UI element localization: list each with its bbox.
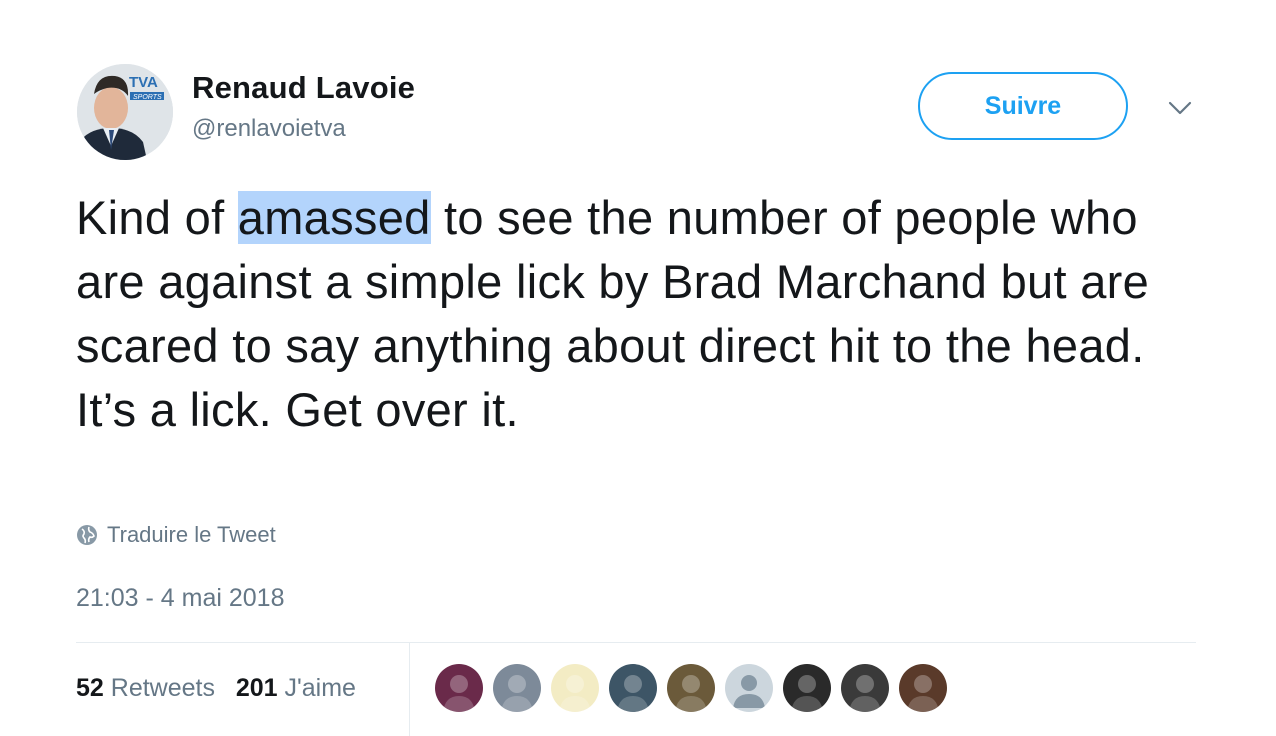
stats-divider [409,643,410,736]
translate-label: Traduire le Tweet [107,522,276,547]
tva-logo-sub: SPORTS [133,94,162,101]
likes-stat[interactable]: 201 J'aime [236,674,356,702]
chevron-down-icon[interactable] [1166,94,1194,122]
globe-icon [77,525,97,545]
tweet-stats: 52 Retweets 201 J'aime [76,674,356,703]
likes-count: 201 [235,674,278,702]
liker-avatar[interactable] [725,664,773,712]
tweet-text-start: Kind of [76,191,238,244]
liker-avatar[interactable] [551,664,599,712]
likes-label: J'aime [284,674,356,702]
liker-avatar[interactable] [783,664,831,712]
translate-link[interactable]: Traduire le Tweet [76,522,276,548]
liker-avatars [435,664,957,712]
tweet-text: Kind of amassed to see the number of peo… [76,186,1216,442]
author-name[interactable]: Renaud Lavoie [192,70,415,106]
tweet-timestamp[interactable]: 21:03 - 4 mai 2018 [76,584,284,613]
retweets-label: Retweets [110,674,215,702]
liker-avatar[interactable] [667,664,715,712]
liker-avatar[interactable] [493,664,541,712]
tva-logo: TVA [129,74,158,91]
liker-avatar[interactable] [841,664,889,712]
retweets-stat[interactable]: 52 Retweets [76,674,215,702]
divider [76,642,1196,643]
liker-avatar[interactable] [609,664,657,712]
follow-button[interactable]: Suivre [918,72,1128,140]
liker-avatar[interactable] [899,664,947,712]
author-handle[interactable]: @renlavoietva [192,115,346,143]
author-avatar[interactable]: TVA SPORTS [77,64,173,160]
retweets-count: 52 [76,674,104,702]
selected-word: amassed [237,191,431,244]
liker-avatar[interactable] [435,664,483,712]
